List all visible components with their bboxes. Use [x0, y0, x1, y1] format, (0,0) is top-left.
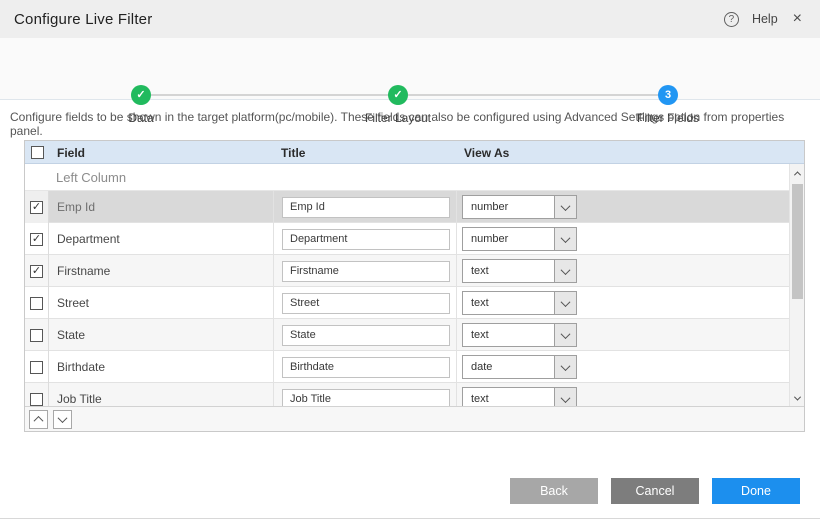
- scrollbar-up-icon[interactable]: [790, 166, 805, 181]
- row-checkbox[interactable]: [30, 329, 43, 342]
- table-row[interactable]: Job Title text: [25, 383, 804, 407]
- column-header-field: Field: [49, 141, 273, 164]
- row-checkbox[interactable]: ✓: [30, 265, 43, 278]
- field-name: Birthdate: [49, 360, 273, 374]
- select-chevron-down-icon: [554, 260, 576, 282]
- table-body: Left Column ✓ Emp Id number ✓ Department…: [25, 164, 804, 407]
- row-checkbox[interactable]: [30, 393, 43, 406]
- field-name: Street: [49, 296, 273, 310]
- group-header-row: Left Column: [25, 164, 804, 191]
- view-as-value: number: [463, 228, 554, 250]
- table-header-row: Field Title View As: [25, 141, 804, 164]
- move-up-button[interactable]: [29, 410, 48, 429]
- table-row[interactable]: Birthdate date: [25, 351, 804, 383]
- row-checkbox[interactable]: ✓: [30, 233, 43, 246]
- select-chevron-down-icon: [554, 196, 576, 218]
- cancel-button[interactable]: Cancel: [611, 478, 699, 504]
- move-down-button[interactable]: [53, 410, 72, 429]
- table-row[interactable]: ✓ Department number: [25, 223, 804, 255]
- view-as-value: number: [463, 196, 554, 218]
- fields-table: Field Title View As Left Column ✓ Emp Id…: [24, 140, 805, 432]
- scrollbar-down-icon[interactable]: [790, 391, 805, 406]
- group-label: Left Column: [56, 170, 126, 185]
- dialog-title: Configure Live Filter: [14, 11, 152, 28]
- field-name: Firstname: [49, 264, 273, 278]
- view-as-select[interactable]: text: [462, 387, 577, 407]
- select-chevron-down-icon: [554, 228, 576, 250]
- view-as-select[interactable]: text: [462, 323, 577, 347]
- close-icon[interactable]: ×: [791, 11, 804, 27]
- view-as-value: text: [463, 292, 554, 314]
- select-chevron-down-icon: [554, 388, 576, 407]
- step-complete-icon: ✓: [131, 85, 151, 105]
- select-chevron-down-icon: [554, 356, 576, 378]
- title-input[interactable]: [282, 293, 450, 314]
- scrollbar-thumb[interactable]: [792, 184, 803, 299]
- wizard-stepper: ✓ Data ✓ Filter Layout 3 Filter Fields: [0, 38, 820, 100]
- table-row[interactable]: ✓ Firstname text: [25, 255, 804, 287]
- row-checkbox[interactable]: [30, 361, 43, 374]
- chevron-down-icon: [58, 413, 68, 423]
- table-row[interactable]: State text: [25, 319, 804, 351]
- view-as-value: date: [463, 356, 554, 378]
- title-input[interactable]: [282, 357, 450, 378]
- field-name: Job Title: [49, 392, 273, 406]
- dialog-titlebar: Configure Live Filter ? Help ×: [0, 0, 820, 38]
- title-input[interactable]: [282, 261, 450, 282]
- select-all-checkbox[interactable]: [31, 146, 44, 159]
- column-header-view-as: View As: [456, 141, 804, 164]
- back-button[interactable]: Back: [510, 478, 598, 504]
- field-name: State: [49, 328, 273, 342]
- view-as-select[interactable]: date: [462, 355, 577, 379]
- dialog-footer: Back Cancel Done: [510, 478, 800, 504]
- configure-live-filter-dialog: Configure Live Filter ? Help × ✓ Data ✓ …: [0, 0, 820, 519]
- table-row[interactable]: Street text: [25, 287, 804, 319]
- row-checkbox[interactable]: ✓: [30, 201, 43, 214]
- view-as-select[interactable]: number: [462, 195, 577, 219]
- title-input[interactable]: [282, 325, 450, 346]
- title-input[interactable]: [282, 229, 450, 250]
- view-as-select[interactable]: number: [462, 227, 577, 251]
- view-as-select[interactable]: text: [462, 259, 577, 283]
- column-header-title: Title: [273, 141, 456, 164]
- title-input[interactable]: [282, 389, 450, 408]
- select-chevron-down-icon: [554, 324, 576, 346]
- field-name: Department: [49, 232, 273, 246]
- field-name: Emp Id: [49, 200, 273, 214]
- select-chevron-down-icon: [554, 292, 576, 314]
- reorder-toolbar: [25, 406, 804, 431]
- view-as-value: text: [463, 260, 554, 282]
- help-button[interactable]: Help: [752, 12, 778, 26]
- description-text: Configure fields to be shown in the targ…: [10, 110, 810, 138]
- chevron-up-icon: [34, 415, 44, 425]
- view-as-value: text: [463, 388, 554, 407]
- done-button[interactable]: Done: [712, 478, 800, 504]
- table-scrollbar[interactable]: [789, 164, 804, 408]
- table-row[interactable]: ✓ Emp Id number: [25, 191, 804, 223]
- help-icon[interactable]: ?: [724, 12, 739, 27]
- row-checkbox[interactable]: [30, 297, 43, 310]
- step-complete-icon: ✓: [388, 85, 408, 105]
- step-current-icon: 3: [658, 85, 678, 105]
- view-as-select[interactable]: text: [462, 291, 577, 315]
- view-as-value: text: [463, 324, 554, 346]
- title-input[interactable]: [282, 197, 450, 218]
